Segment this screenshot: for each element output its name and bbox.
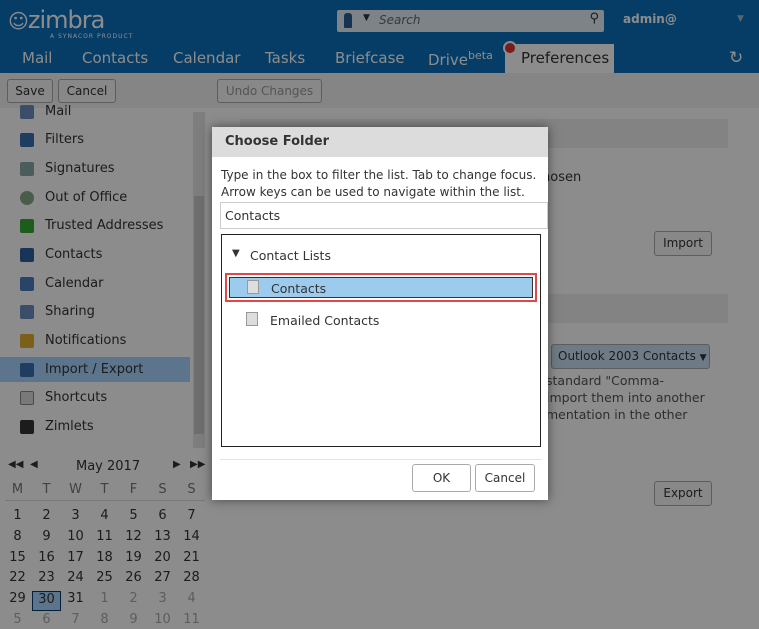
- instruction-line: Arrow keys can be used to navigate withi…: [221, 185, 525, 199]
- ok-button[interactable]: OK: [412, 464, 471, 492]
- choose-folder-dialog: Choose Folder Type in the box to filter …: [212, 127, 548, 500]
- tree-item-label: Contacts: [271, 281, 327, 296]
- tree-item-label: Emailed Contacts: [270, 313, 380, 328]
- instruction-line: Type in the box to filter the list. Tab …: [221, 168, 537, 182]
- dialog-title: Choose Folder: [212, 127, 548, 157]
- tree-item-emailed-contacts[interactable]: Emailed Contacts: [246, 312, 446, 332]
- address-book-icon: [247, 280, 259, 294]
- emailed-contacts-icon: [246, 312, 258, 326]
- folder-filter-input[interactable]: [220, 202, 548, 229]
- tree-group-contact-lists[interactable]: Contact Lists: [250, 248, 331, 263]
- expand-triangle-icon[interactable]: ▼: [232, 248, 240, 259]
- dialog-cancel-button[interactable]: Cancel: [475, 464, 535, 492]
- folder-tree: ▼ Contact Lists Contacts Emailed Contact…: [221, 234, 541, 447]
- divider: [220, 459, 542, 460]
- tree-item-contacts[interactable]: Contacts: [225, 273, 537, 302]
- dialog-instructions: Type in the box to filter the list. Tab …: [221, 167, 536, 201]
